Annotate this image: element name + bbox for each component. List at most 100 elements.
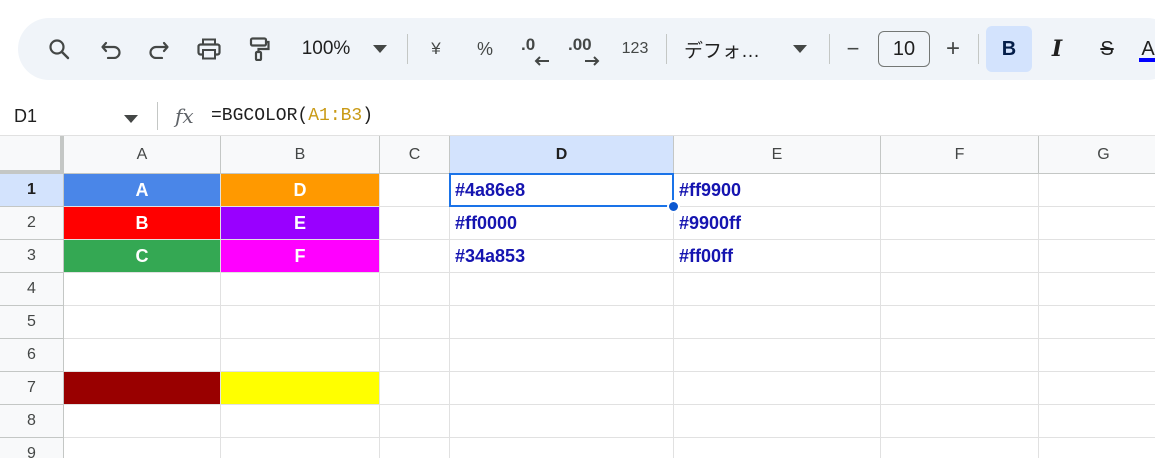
cell-g2[interactable] bbox=[1039, 207, 1155, 240]
currency-format-button[interactable]: ¥ bbox=[424, 18, 448, 80]
cell-b6[interactable] bbox=[221, 339, 380, 372]
chevron-down-icon[interactable] bbox=[124, 110, 138, 128]
cell-c3[interactable] bbox=[380, 240, 450, 273]
cell-e6[interactable] bbox=[674, 339, 881, 372]
row-header-2[interactable]: 2 bbox=[0, 207, 64, 240]
column-header-b[interactable]: B bbox=[221, 136, 380, 174]
decrease-font-size-button[interactable]: − bbox=[840, 18, 866, 80]
row-header-5[interactable]: 5 bbox=[0, 306, 64, 339]
print-icon[interactable] bbox=[192, 18, 226, 80]
cell-c8[interactable] bbox=[380, 405, 450, 438]
cell-c7[interactable] bbox=[380, 372, 450, 405]
italic-button[interactable]: I bbox=[1042, 18, 1072, 80]
cell-f7[interactable] bbox=[881, 372, 1039, 405]
cell-g9[interactable] bbox=[1039, 438, 1155, 458]
select-all-corner[interactable] bbox=[0, 136, 64, 174]
cell-c2[interactable] bbox=[380, 207, 450, 240]
cell-e2[interactable]: #9900ff bbox=[674, 207, 881, 240]
cell-a9[interactable] bbox=[64, 438, 221, 458]
decrease-decimal-button[interactable]: .0 bbox=[518, 18, 554, 80]
cell-a1[interactable]: A bbox=[64, 174, 221, 207]
row-header-1[interactable]: 1 bbox=[0, 174, 64, 207]
undo-icon[interactable] bbox=[96, 18, 128, 80]
zoom-select[interactable]: 100% bbox=[294, 18, 358, 80]
cell-e3[interactable]: #ff00ff bbox=[674, 240, 881, 273]
cell-f3[interactable] bbox=[881, 240, 1039, 273]
cell-e1[interactable]: #ff9900 bbox=[674, 174, 881, 207]
column-header-e[interactable]: E bbox=[674, 136, 881, 174]
cell-f6[interactable] bbox=[881, 339, 1039, 372]
cell-e4[interactable] bbox=[674, 273, 881, 306]
cell-g7[interactable] bbox=[1039, 372, 1155, 405]
cell-b7[interactable] bbox=[221, 372, 380, 405]
percent-format-button[interactable]: % bbox=[472, 18, 498, 80]
chevron-down-icon[interactable] bbox=[790, 18, 810, 80]
cell-g1[interactable] bbox=[1039, 174, 1155, 207]
cell-f8[interactable] bbox=[881, 405, 1039, 438]
cell-c5[interactable] bbox=[380, 306, 450, 339]
cell-b5[interactable] bbox=[221, 306, 380, 339]
cell-f4[interactable] bbox=[881, 273, 1039, 306]
paint-format-icon[interactable] bbox=[242, 18, 276, 80]
text-color-button[interactable]: A bbox=[1136, 18, 1155, 80]
row-header-8[interactable]: 8 bbox=[0, 405, 64, 438]
cell-d9[interactable] bbox=[450, 438, 674, 458]
cell-c4[interactable] bbox=[380, 273, 450, 306]
column-header-c[interactable]: C bbox=[380, 136, 450, 174]
cell-f2[interactable] bbox=[881, 207, 1039, 240]
cell-d6[interactable] bbox=[450, 339, 674, 372]
cell-g4[interactable] bbox=[1039, 273, 1155, 306]
cell-d5[interactable] bbox=[450, 306, 674, 339]
cell-b3[interactable]: F bbox=[221, 240, 380, 273]
chevron-down-icon[interactable] bbox=[370, 18, 390, 80]
cell-g6[interactable] bbox=[1039, 339, 1155, 372]
row-header-7[interactable]: 7 bbox=[0, 372, 64, 405]
font-family-select[interactable]: デフォ… bbox=[684, 18, 780, 80]
redo-icon[interactable] bbox=[142, 18, 174, 80]
bold-button[interactable]: B bbox=[986, 26, 1032, 72]
cell-a8[interactable] bbox=[64, 405, 221, 438]
cell-c6[interactable] bbox=[380, 339, 450, 372]
cell-a6[interactable] bbox=[64, 339, 221, 372]
cell-a7[interactable] bbox=[64, 372, 221, 405]
cell-b8[interactable] bbox=[221, 405, 380, 438]
cell-c1[interactable] bbox=[380, 174, 450, 207]
cell-g3[interactable] bbox=[1039, 240, 1155, 273]
cell-f1[interactable] bbox=[881, 174, 1039, 207]
cell-g8[interactable] bbox=[1039, 405, 1155, 438]
increase-decimal-button[interactable]: .00 bbox=[566, 18, 606, 80]
cell-d8[interactable] bbox=[450, 405, 674, 438]
cell-f9[interactable] bbox=[881, 438, 1039, 458]
cell-c9[interactable] bbox=[380, 438, 450, 458]
cell-b9[interactable] bbox=[221, 438, 380, 458]
cell-d4[interactable] bbox=[450, 273, 674, 306]
row-header-6[interactable]: 6 bbox=[0, 339, 64, 372]
row-header-9[interactable]: 9 bbox=[0, 438, 64, 458]
cell-b1[interactable]: D bbox=[221, 174, 380, 207]
cell-a4[interactable] bbox=[64, 273, 221, 306]
row-header-3[interactable]: 3 bbox=[0, 240, 64, 273]
cell-d7[interactable] bbox=[450, 372, 674, 405]
number-format-button[interactable]: 123 bbox=[616, 18, 654, 80]
column-header-g[interactable]: G bbox=[1039, 136, 1155, 174]
name-box[interactable]: D1 bbox=[14, 96, 37, 136]
cell-g5[interactable] bbox=[1039, 306, 1155, 339]
cell-e7[interactable] bbox=[674, 372, 881, 405]
cell-e5[interactable] bbox=[674, 306, 881, 339]
cell-b4[interactable] bbox=[221, 273, 380, 306]
row-header-4[interactable]: 4 bbox=[0, 273, 64, 306]
column-header-a[interactable]: A bbox=[64, 136, 221, 174]
column-header-d[interactable]: D bbox=[450, 136, 674, 174]
cell-d2[interactable]: #ff0000 bbox=[450, 207, 674, 240]
cell-d3[interactable]: #34a853 bbox=[450, 240, 674, 273]
cell-f5[interactable] bbox=[881, 306, 1039, 339]
font-size-input[interactable]: 10 bbox=[878, 31, 930, 67]
cell-a3[interactable]: C bbox=[64, 240, 221, 273]
formula-input[interactable]: =BGCOLOR(A1:B3) bbox=[211, 96, 373, 136]
cell-d1[interactable]: #4a86e8 bbox=[450, 174, 674, 207]
cell-e9[interactable] bbox=[674, 438, 881, 458]
column-header-f[interactable]: F bbox=[881, 136, 1039, 174]
cell-b2[interactable]: E bbox=[221, 207, 380, 240]
increase-font-size-button[interactable]: + bbox=[940, 18, 966, 80]
fill-handle[interactable] bbox=[667, 200, 680, 213]
